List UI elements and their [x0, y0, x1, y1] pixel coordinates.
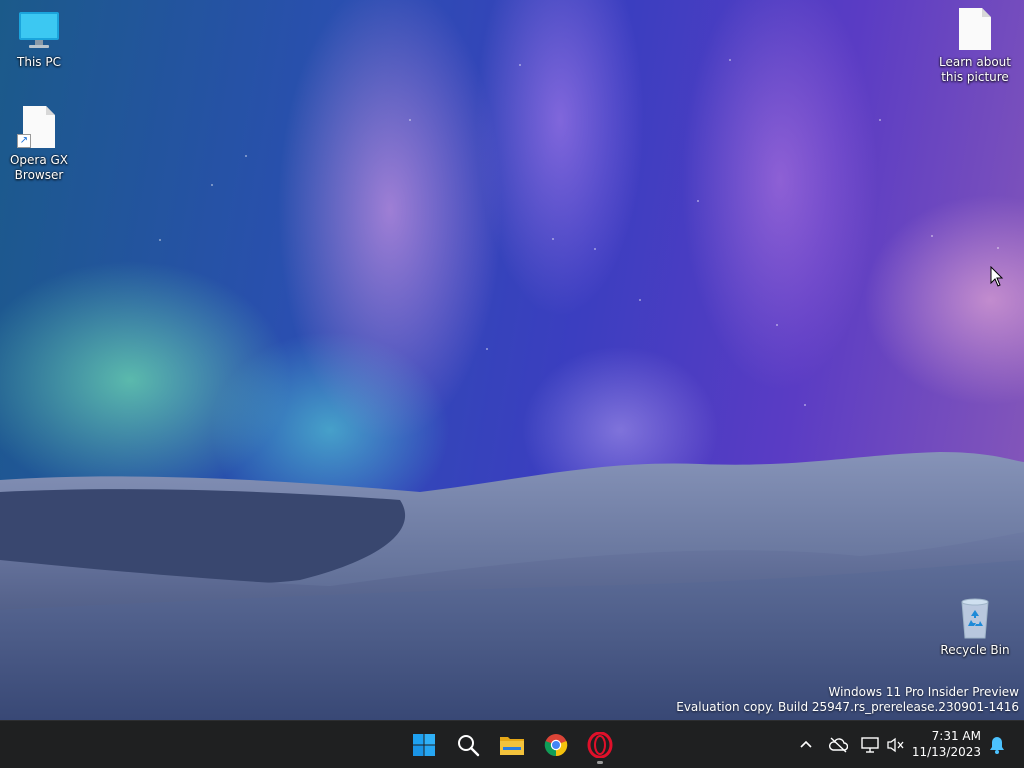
mouse-cursor-icon — [990, 266, 1004, 287]
desktop-icon-label: Recycle Bin — [940, 643, 1010, 657]
search-button[interactable] — [448, 725, 488, 765]
desktop-icon-opera-gx[interactable]: ↗ Opera GX Browser — [1, 106, 77, 183]
windows-start-icon — [413, 734, 435, 756]
folder-icon — [500, 737, 524, 755]
desktop-icon-this-pc[interactable]: This PC — [1, 8, 77, 70]
chrome-icon — [544, 734, 568, 757]
wallpaper-stars — [0, 0, 1024, 480]
shortcut-arrow-icon: ↗ — [17, 134, 31, 148]
chevron-up-icon — [800, 740, 812, 748]
volume-button[interactable] — [884, 733, 908, 757]
cloud-offline-icon — [829, 737, 848, 753]
opera-icon — [587, 732, 613, 758]
desktop-icon-label: This PC — [17, 55, 61, 69]
volume-muted-icon — [887, 737, 904, 753]
notification-bell-icon — [990, 737, 1004, 754]
monitor-icon — [17, 8, 61, 52]
network-icon — [861, 737, 879, 753]
clock-time: 7:31 AM — [931, 729, 981, 743]
onedrive-status-button[interactable] — [826, 733, 850, 757]
file-explorer-button[interactable] — [492, 725, 532, 765]
search-icon — [458, 735, 480, 757]
watermark-build: Evaluation copy. Build 25947.rs_prerelea… — [676, 700, 1019, 714]
clock-button[interactable]: 7:31 AM 11/13/2023 — [912, 728, 981, 760]
taskbar: 7:31 AM 11/13/2023 — [0, 720, 1024, 768]
notification-center-button[interactable] — [985, 733, 1009, 757]
evaluation-watermark: Windows 11 Pro Insider Preview Evaluatio… — [676, 685, 1019, 715]
chrome-button[interactable] — [536, 725, 576, 765]
network-button[interactable] — [858, 733, 882, 757]
desktop-icon-learn-about-picture[interactable]: Learn about this picture — [937, 8, 1013, 85]
desktop-icon-label: Learn about this picture — [939, 55, 1011, 84]
start-button[interactable] — [404, 725, 444, 765]
desktop-icon-label: Opera GX Browser — [9, 153, 69, 182]
show-hidden-icons-button[interactable] — [794, 733, 818, 757]
recycle-bin-icon — [953, 596, 997, 640]
clock-date: 11/13/2023 — [911, 745, 981, 759]
desktop[interactable]: This PC ↗ Opera GX Browser Learn about t… — [0, 0, 1024, 720]
document-icon — [953, 8, 997, 52]
desktop-icon-recycle-bin[interactable]: Recycle Bin — [937, 596, 1013, 658]
opera-gx-button[interactable] — [580, 725, 620, 765]
running-indicator — [597, 761, 603, 764]
watermark-edition: Windows 11 Pro Insider Preview — [828, 685, 1019, 699]
document-shortcut-icon: ↗ — [17, 106, 61, 150]
wallpaper-landscape — [0, 452, 1024, 720]
